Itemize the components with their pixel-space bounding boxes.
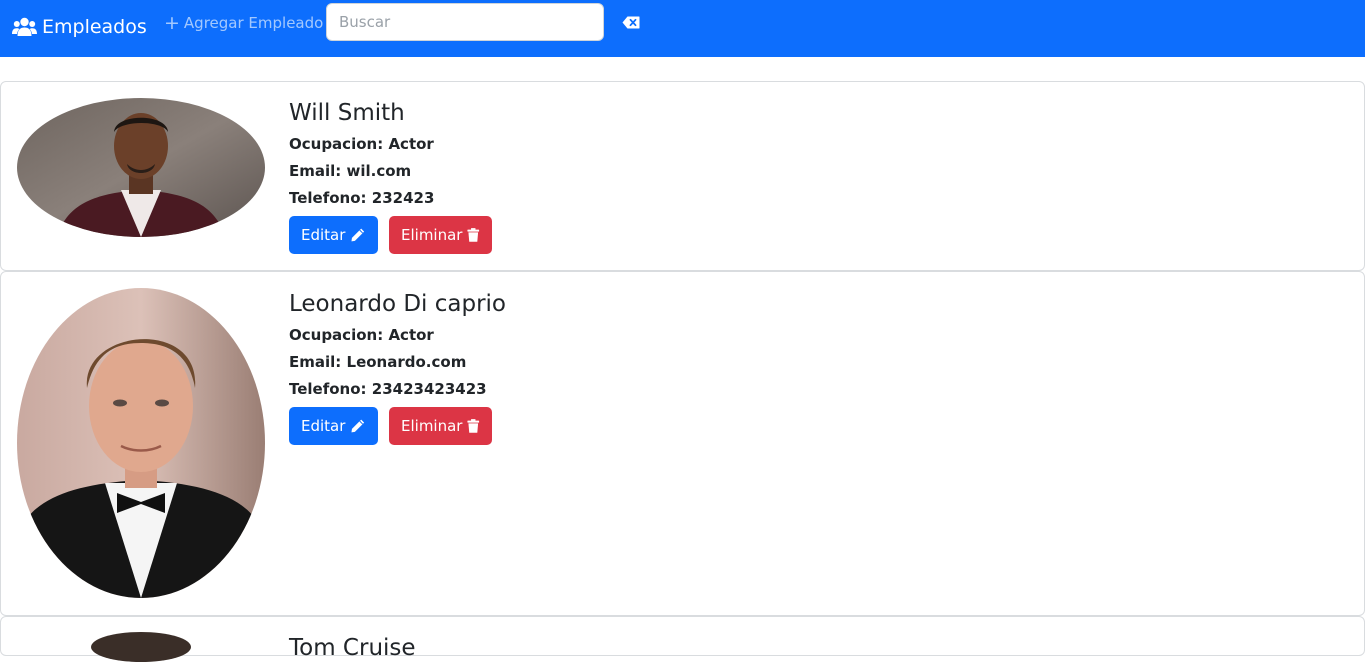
employee-name: Will Smith xyxy=(289,100,405,126)
phone-label: Telefono: xyxy=(289,380,367,398)
users-icon xyxy=(12,17,37,36)
edit-button[interactable]: Editar xyxy=(289,407,378,445)
employee-info: Will Smith Ocupacion: Actor Email: wil.c… xyxy=(289,98,492,254)
employee-phone: Telefono: 23423423423 xyxy=(289,376,506,403)
occupation-value: Actor xyxy=(388,326,434,344)
edit-button[interactable]: Editar xyxy=(289,216,378,254)
brand-label: Empleados xyxy=(42,16,147,38)
employee-info: Tom Cruise xyxy=(289,633,416,666)
email-value: Leonardo.com xyxy=(346,353,467,371)
phone-label: Telefono: xyxy=(289,189,367,207)
navbar-brand[interactable]: Empleados xyxy=(12,13,147,41)
employee-occupation: Ocupacion: Actor xyxy=(289,131,492,158)
email-value: wil.com xyxy=(346,162,412,180)
navbar: Empleados + Agregar Empleado xyxy=(0,0,1365,57)
phone-value: 232423 xyxy=(371,189,435,207)
occupation-label: Ocupacion: xyxy=(289,326,384,344)
employee-email: Email: Leonardo.com xyxy=(289,349,506,376)
add-employee-link[interactable]: + Agregar Empleado xyxy=(164,12,323,34)
email-label: Email: xyxy=(289,162,342,180)
occupation-value: Actor xyxy=(388,135,434,153)
delete-label: Eliminar xyxy=(401,417,463,435)
trash-icon xyxy=(467,419,480,433)
employee-card: Tom Cruise xyxy=(0,616,1365,662)
clear-search-button[interactable] xyxy=(620,13,642,31)
phone-value: 23423423423 xyxy=(371,380,487,398)
employee-info: Leonardo Di caprio Ocupacion: Actor Emai… xyxy=(289,289,506,445)
backspace-icon xyxy=(622,16,640,28)
employee-email: Email: wil.com xyxy=(289,158,492,185)
pencil-icon xyxy=(351,228,365,242)
employee-photo xyxy=(91,632,191,662)
email-label: Email: xyxy=(289,353,342,371)
add-employee-label: Agregar Empleado xyxy=(183,14,324,32)
employee-card: Leonardo Di caprio Ocupacion: Actor Emai… xyxy=(0,271,1365,616)
pencil-icon xyxy=(351,419,365,433)
employee-card: Will Smith Ocupacion: Actor Email: wil.c… xyxy=(0,81,1365,271)
employee-occupation: Ocupacion: Actor xyxy=(289,322,506,349)
delete-button[interactable]: Eliminar xyxy=(389,407,492,445)
search-input[interactable] xyxy=(326,3,604,41)
plus-icon: + xyxy=(164,11,180,34)
employee-actions: Editar Eliminar xyxy=(289,407,506,445)
employee-name: Tom Cruise xyxy=(289,635,416,661)
employee-actions: Editar Eliminar xyxy=(289,216,492,254)
employee-phone: Telefono: 232423 xyxy=(289,185,492,212)
edit-label: Editar xyxy=(301,417,346,435)
trash-icon xyxy=(467,228,480,242)
edit-label: Editar xyxy=(301,226,346,244)
employee-photo xyxy=(17,288,265,598)
delete-label: Eliminar xyxy=(401,226,463,244)
delete-button[interactable]: Eliminar xyxy=(389,216,492,254)
occupation-label: Ocupacion: xyxy=(289,135,384,153)
employee-photo xyxy=(17,98,265,237)
employee-name: Leonardo Di caprio xyxy=(289,291,507,317)
